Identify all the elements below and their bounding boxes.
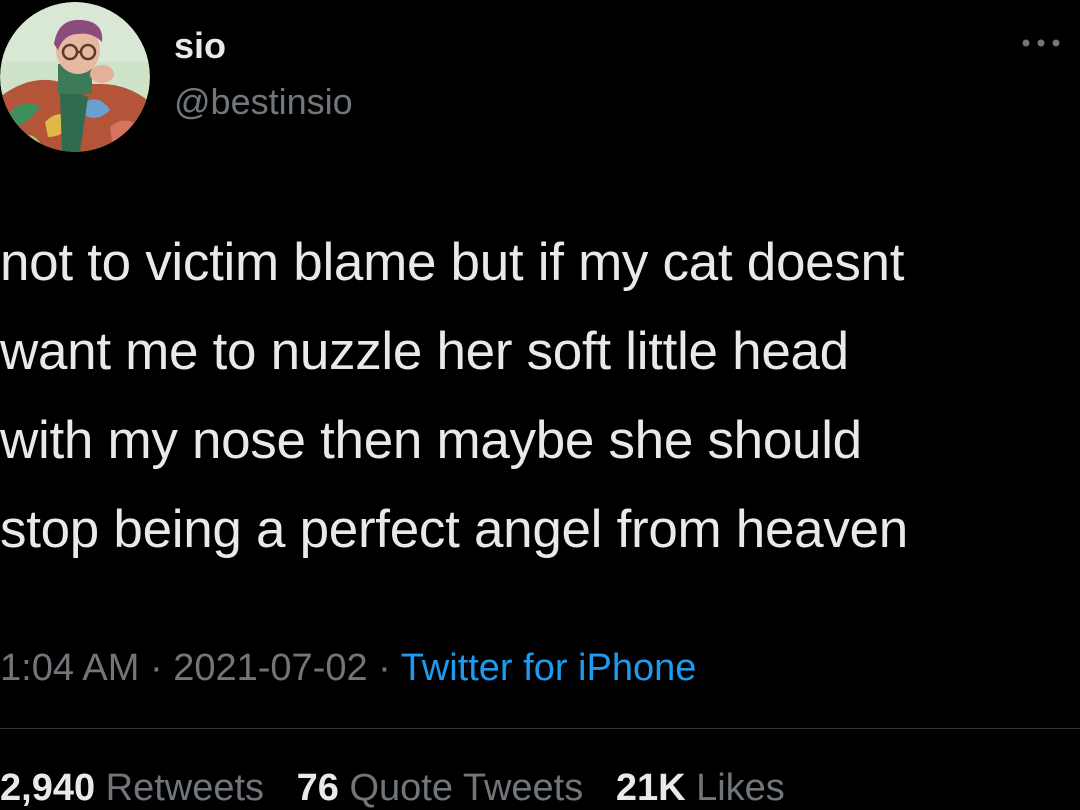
likes-stat[interactable]: 21K Likes [616,764,785,810]
tweet-text-line: with my nose then maybe she should [0,411,862,470]
more-options-icon [1022,39,1060,47]
likes-count: 21K [615,767,686,809]
quote-tweets-label: Quote Tweets [349,767,584,809]
retweets-stat[interactable]: 2,940 Retweets [0,764,264,810]
likes-label: Likes [696,767,785,809]
user-handle[interactable]: @bestinsio [174,84,353,120]
quote-tweets-count: 76 [296,767,339,809]
engagement-stats: 2,940 Retweets 76 Quote Tweets 21K Likes [0,764,807,810]
retweets-label: Retweets [105,767,265,809]
meta-separator: · [378,647,391,689]
avatar-image [0,2,150,152]
tweet-metadata: 1:04 AM · 2021-07-02 · Twitter for iPhon… [0,644,696,692]
meta-separator: · [149,647,163,689]
tweet-text-line: not to victim blame but if my cat doesnt [0,233,905,292]
avatar[interactable] [0,2,150,152]
tweet-text-line: stop being a perfect angel from heaven [0,500,908,559]
more-options-button[interactable] [1016,28,1066,58]
tweet: sio @bestinsio not to victim blame but i… [0,0,1080,810]
tweet-time[interactable]: 1:04 AM [0,647,139,689]
tweet-text-line: want me to nuzzle her soft little head [0,322,849,381]
quote-tweets-stat[interactable]: 76 Quote Tweets [297,764,584,810]
tweet-source-link[interactable]: Twitter for iPhone [401,647,697,689]
tweet-date[interactable]: 2021-07-02 [173,647,367,689]
divider [0,728,1080,729]
display-name[interactable]: sio [174,28,226,64]
tweet-text: not to victim blame but if my cat doesnt… [0,218,1075,574]
retweets-count: 2,940 [0,767,96,809]
